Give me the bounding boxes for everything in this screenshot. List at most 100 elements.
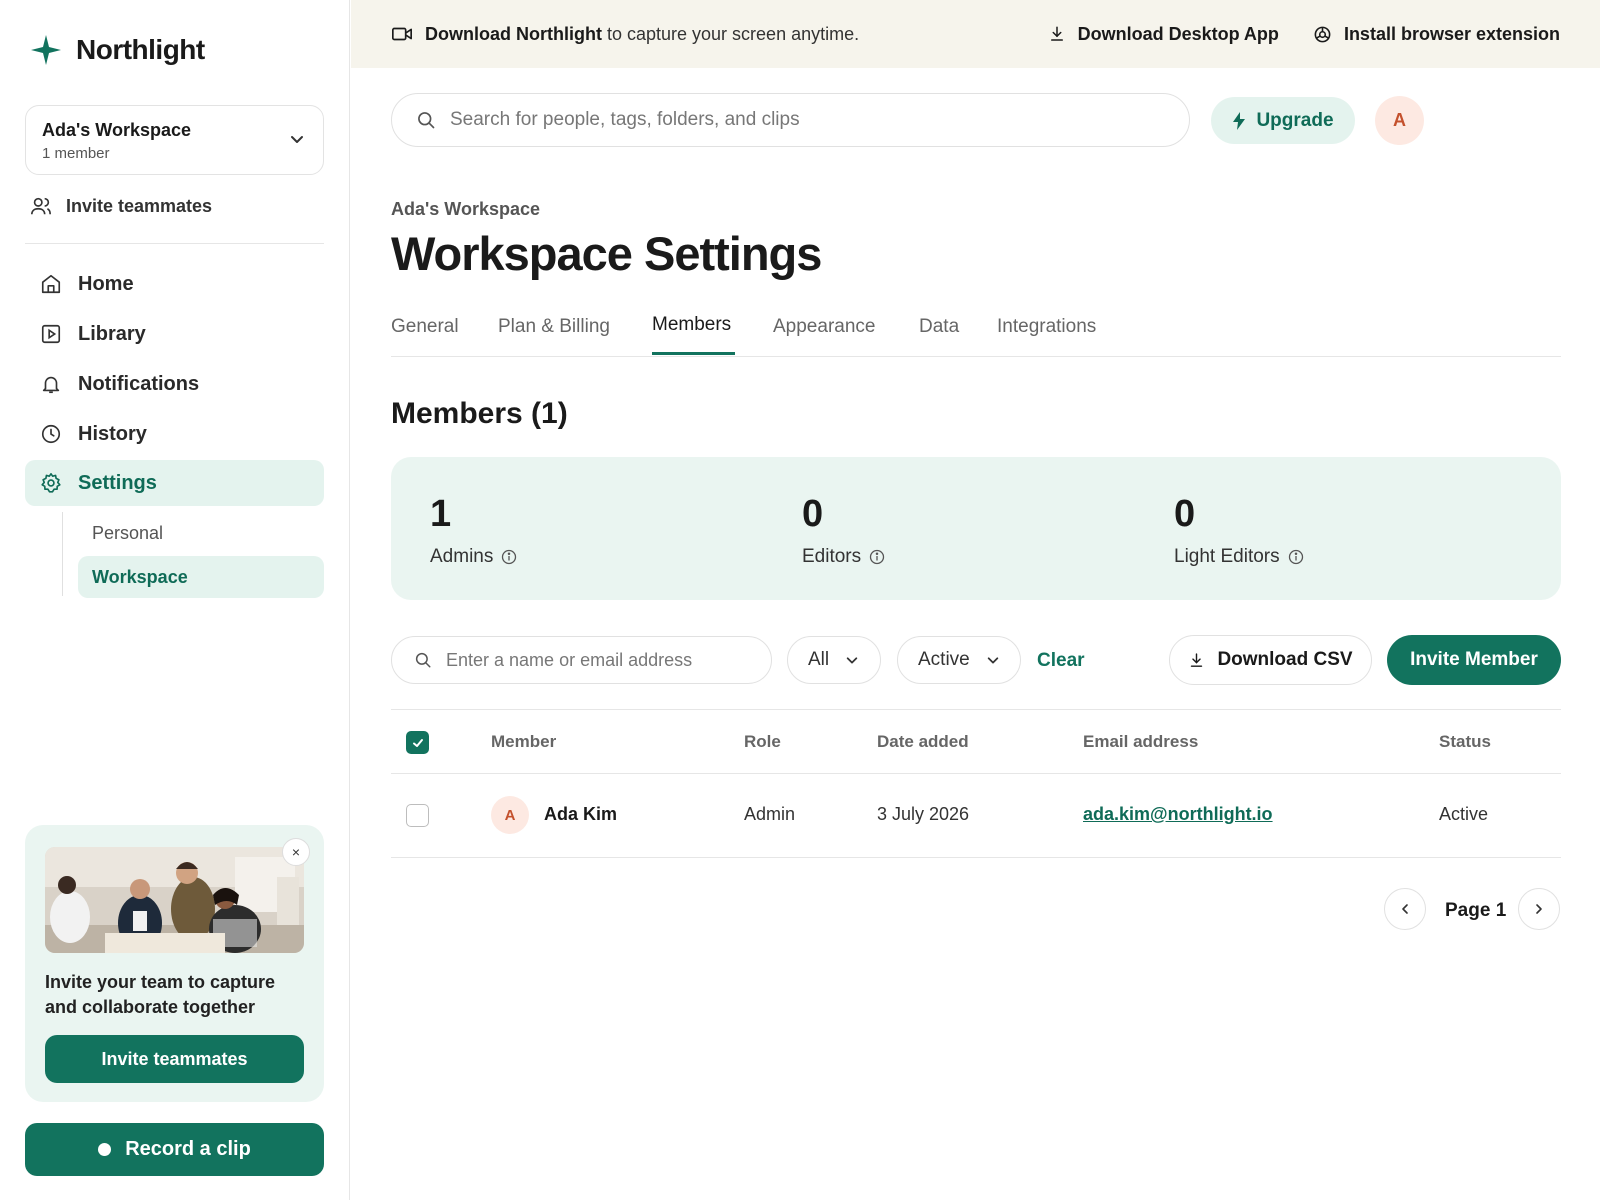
sidebar-item-label: Library [78, 322, 146, 345]
page-title: Workspace Settings [391, 227, 822, 280]
member-role: Admin [744, 804, 796, 824]
tab-integrations[interactable]: Integrations [997, 316, 1096, 338]
check-icon [412, 738, 423, 747]
member-email-link[interactable]: ada.kim@northlight.io [1083, 804, 1273, 825]
install-browser-extension-link[interactable]: Install browser extension [1313, 24, 1560, 45]
stat-label: Admins [430, 546, 494, 567]
record-clip-label: Record a clip [125, 1138, 251, 1160]
table-header: Member Role Date added Email address Sta… [391, 709, 1561, 774]
workspace-switcher[interactable]: Ada's Workspace 1 member [25, 105, 324, 175]
banner-text: to capture your screen anytime. [606, 23, 860, 44]
sidebar-item-history[interactable]: History [25, 411, 324, 457]
sidebar-item-home[interactable]: Home [25, 261, 324, 307]
column-header-status[interactable]: Status [1439, 732, 1491, 752]
avatar: A [491, 796, 529, 834]
workspace-member-count: 1 member [42, 145, 110, 162]
row-checkbox[interactable] [406, 804, 429, 827]
download-csv-button[interactable]: Download CSV [1169, 635, 1372, 685]
stat-value: 1 [430, 493, 452, 535]
stat-label: Light Editors [1174, 546, 1280, 567]
member-date-added: 3 July 2026 [877, 804, 970, 824]
video-camera-icon [392, 27, 412, 41]
role-filter-value: All [808, 649, 830, 670]
select-all-checkbox[interactable] [406, 731, 429, 754]
close-icon[interactable]: × [282, 838, 310, 866]
sidebar-item-notifications[interactable]: Notifications [25, 361, 324, 407]
stat-label: Editors [802, 546, 862, 567]
chevron-left-icon [1402, 904, 1408, 914]
team-photo [45, 847, 304, 953]
invite-teammates-link[interactable]: Invite teammates [30, 195, 212, 217]
breadcrumb[interactable]: Ada's Workspace [391, 199, 540, 220]
tab-appearance[interactable]: Appearance [773, 316, 875, 338]
role-filter-dropdown[interactable]: All [787, 636, 881, 684]
sidebar: Northlight Ada's Workspace 1 member Invi… [0, 0, 350, 1200]
info-icon[interactable] [501, 549, 517, 565]
column-header-email[interactable]: Email address [1083, 732, 1198, 752]
global-search-input[interactable] [450, 109, 1150, 131]
member-status: Active [1439, 804, 1489, 824]
info-icon[interactable] [869, 549, 885, 565]
sidebar-item-label: Notifications [78, 372, 200, 395]
settings-tabs: General Plan & Billing Members Appearanc… [391, 300, 1561, 357]
settings-sub-item-personal[interactable]: Personal [78, 512, 324, 554]
tab-plan-billing[interactable]: Plan & Billing [498, 316, 610, 338]
tab-members[interactable]: Members [652, 314, 731, 336]
user-avatar[interactable]: A [1375, 96, 1424, 145]
stat-light-editors: 0 Light Editors [1174, 493, 1304, 568]
sidebar-item-label: History [78, 422, 147, 445]
users-icon [31, 197, 51, 215]
settings-sub-item-workspace[interactable]: Workspace [78, 556, 324, 598]
clear-filters-link[interactable]: Clear [1037, 650, 1085, 672]
stat-value: 0 [802, 493, 824, 535]
install-browser-extension-label: Install browser extension [1343, 23, 1560, 44]
invite-promo-card: Invite your team to capture and collabor… [25, 825, 324, 1102]
promo-invite-teammates-button[interactable]: Invite teammates [45, 1035, 304, 1083]
page-indicator: Page 1 [1445, 900, 1507, 921]
sidebar-item-label: Settings [78, 471, 157, 494]
member-name: Ada Kim [544, 804, 618, 824]
member-search[interactable] [391, 636, 772, 684]
info-icon[interactable] [1288, 549, 1304, 565]
search-icon [418, 112, 435, 129]
sparkle-logo-icon [31, 35, 61, 65]
download-icon [1191, 652, 1203, 667]
logo[interactable]: Northlight [30, 34, 205, 66]
sidebar-item-settings[interactable]: Settings [25, 460, 324, 506]
download-desktop-app-link[interactable]: Download Desktop App [1048, 24, 1279, 45]
tab-general[interactable]: General [391, 316, 459, 338]
home-icon [41, 274, 61, 294]
status-filter-dropdown[interactable]: Active [897, 636, 1021, 684]
sidebar-divider [25, 243, 324, 244]
upgrade-label: Upgrade [1256, 109, 1334, 131]
chevron-down-icon [291, 136, 303, 143]
play-square-icon [41, 324, 61, 344]
record-clip-button[interactable]: Record a clip [25, 1123, 324, 1176]
banner-bold-text: Download Northlight [425, 23, 602, 44]
promo-text: Invite your team to capture and collabor… [45, 972, 276, 1017]
status-filter-value: Active [918, 649, 970, 670]
member-search-input[interactable] [446, 649, 746, 671]
upgrade-button[interactable]: Upgrade [1211, 97, 1355, 144]
column-header-member[interactable]: Member [491, 732, 556, 752]
bell-icon [42, 376, 60, 394]
invite-teammates-label: Invite teammates [66, 195, 213, 216]
lightning-icon [1233, 111, 1246, 130]
download-desktop-app-label: Download Desktop App [1077, 23, 1279, 44]
tab-data[interactable]: Data [919, 316, 959, 338]
invite-member-button[interactable]: Invite Member [1387, 635, 1561, 685]
column-header-date-added[interactable]: Date added [877, 732, 969, 752]
table-row[interactable]: A Ada Kim Admin 3 July 2026 ada.kim@nort… [391, 774, 1561, 858]
sidebar-item-library[interactable]: Library [25, 311, 324, 357]
chevron-down-icon [846, 657, 858, 664]
workspace-name: Ada's Workspace [42, 120, 192, 140]
submenu-line [62, 512, 63, 596]
members-heading: Members (1) [391, 397, 568, 430]
gear-icon [41, 473, 61, 493]
next-page-button[interactable] [1518, 888, 1560, 930]
stat-editors: 0 Editors [802, 493, 885, 568]
column-header-role[interactable]: Role [744, 732, 781, 752]
active-tab-indicator [652, 352, 735, 355]
global-search[interactable] [391, 93, 1190, 147]
previous-page-button[interactable] [1384, 888, 1426, 930]
